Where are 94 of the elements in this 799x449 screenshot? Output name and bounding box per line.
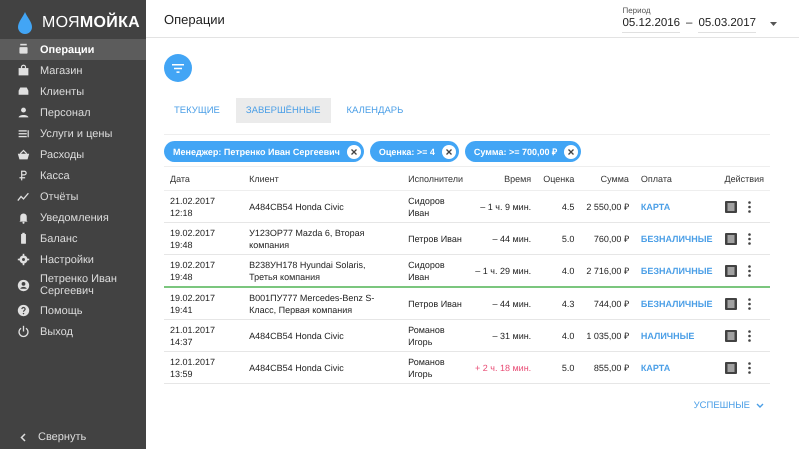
collapse-button[interactable]: Свернуть <box>0 431 146 449</box>
more-vert-icon[interactable] <box>748 330 751 342</box>
chevron-down-icon <box>756 403 764 408</box>
sidebar-item[interactable]: Уведомления <box>0 207 146 228</box>
page-title: Операции <box>164 12 225 27</box>
table-cell: 12.01.2017 13:59 <box>170 356 216 378</box>
sidebar-item[interactable]: Настройки <box>0 249 146 270</box>
table-cell: 2 716,00 ₽ <box>586 266 629 276</box>
table-cell: 855,00 ₽ <box>594 362 629 372</box>
more-vert-icon[interactable] <box>748 200 751 212</box>
table-cell: Сидоров Иван <box>408 196 445 218</box>
sidebar-item[interactable]: Отчёты <box>0 186 146 207</box>
table-cell: Сидоров Иван <box>408 260 445 282</box>
table-cell: Романов Игорь <box>408 356 445 378</box>
bell-icon <box>17 211 30 224</box>
sidebar-item[interactable]: Расходы <box>0 144 146 165</box>
table-cell: Петров Иван <box>408 298 462 308</box>
column-header: Оценка <box>543 174 574 184</box>
person-icon <box>17 106 30 119</box>
period-label: Период <box>622 6 652 15</box>
column-header: Сумма <box>600 174 629 184</box>
table-cell: В001ПУ777 Mercedes-Benz S-Класс, Первая компания <box>249 292 374 314</box>
table-cell: 5.0 <box>562 362 574 372</box>
power-icon <box>17 325 30 338</box>
table-cell: 1 035,00 ₽ <box>586 330 629 340</box>
filter-button[interactable] <box>164 54 192 82</box>
help-icon <box>17 304 30 317</box>
sidebar-item[interactable]: Выход <box>0 321 146 342</box>
document-icon[interactable] <box>724 298 737 310</box>
table-cell: 5.0 <box>562 234 574 244</box>
document-icon[interactable] <box>724 200 737 212</box>
table-cell: 4.0 <box>562 330 574 340</box>
close-icon[interactable] <box>564 144 578 158</box>
close-icon[interactable] <box>442 144 456 158</box>
table-cell: 744,00 ₽ <box>594 298 629 308</box>
table-cell: В238УН178 Hyundai Solaris, Третья компания <box>249 260 366 282</box>
more-vert-icon[interactable] <box>748 362 751 374</box>
table-cell: 760,00 ₽ <box>594 234 629 244</box>
column-header: Исполнители <box>408 174 464 184</box>
table-cell: – 44 мин. <box>492 298 532 308</box>
dropdown-caret-icon[interactable] <box>770 22 777 26</box>
table-cell: Романов Игорь <box>408 324 445 346</box>
table-cell: 21.01.2017 14:37 <box>170 324 216 346</box>
chart-line-icon <box>17 190 30 203</box>
document-icon[interactable] <box>724 264 737 276</box>
table-cell: А484СВ54 Honda Civic <box>249 202 344 212</box>
table-cell: 4.3 <box>562 298 574 308</box>
document-icon[interactable] <box>724 362 737 374</box>
table-cell: 19.02.2017 19:41 <box>170 292 216 314</box>
table-cell: – 1 ч. 9 мин. <box>480 202 532 212</box>
sidebar-item[interactable]: Петренко Иван Сергеевич <box>0 270 146 300</box>
table-cell: У123ОР77 Mazda 6, Вторая компания <box>249 228 365 250</box>
sidebar-item[interactable]: Персонал <box>0 102 146 123</box>
drop-logo-icon <box>18 12 32 34</box>
document-icon[interactable] <box>724 232 737 244</box>
filter-icon <box>172 64 184 72</box>
sidebar-item[interactable]: Касса <box>0 165 146 186</box>
more-vert-icon[interactable] <box>748 298 751 310</box>
column-header: Действия <box>724 174 764 184</box>
sidebar-item[interactable]: Баланс <box>0 228 146 249</box>
table-cell: + 2 ч. 18 мин. <box>475 362 532 372</box>
account-icon <box>17 278 30 292</box>
date-separator: – <box>686 17 692 31</box>
table-cell: А484СВ54 Honda Civic <box>249 330 344 340</box>
sidebar-item[interactable]: Операции <box>0 39 146 60</box>
bag-icon <box>17 64 30 77</box>
column-header: Дата <box>170 174 190 184</box>
table-cell: 21.02.2017 12:18 <box>170 196 216 218</box>
sidebar-item[interactable]: Услуги и цены <box>0 123 146 144</box>
column-header: Клиент <box>249 174 279 184</box>
sidebar-item[interactable]: Магазин <box>0 60 146 81</box>
table-cell: А484СВ54 Honda Civic <box>249 362 344 372</box>
sidebar-item[interactable]: Клиенты <box>0 81 146 102</box>
chevron-left-icon <box>20 432 26 442</box>
date-from-field[interactable]: 05.12.2016 <box>622 17 680 33</box>
more-vert-icon[interactable] <box>748 264 751 276</box>
table-cell: 2 550,00 ₽ <box>586 202 629 212</box>
table-cell: 19.02.2017 19:48 <box>170 260 216 282</box>
column-header: Время <box>504 174 532 184</box>
table-cell: 19.02.2017 19:48 <box>170 228 216 250</box>
table-cell: 4.5 <box>562 202 574 212</box>
table-cell: – 31 мин. <box>492 330 532 340</box>
table-cell: – 44 мин. <box>492 234 532 244</box>
close-icon[interactable] <box>346 144 361 158</box>
date-to-field[interactable]: 05.03.2017 <box>698 17 756 33</box>
sidebar-item[interactable]: Помощь <box>0 300 146 321</box>
app-logo: МОЯМОЙКА <box>42 14 140 32</box>
basket-icon <box>17 148 30 161</box>
table-cell: 4.0 <box>562 266 574 276</box>
table-cell: – 1 ч. 29 мин. <box>475 266 532 276</box>
more-vert-icon[interactable] <box>748 232 751 244</box>
table-cell: Петров Иван <box>408 234 462 244</box>
document-icon[interactable] <box>724 330 737 342</box>
column-header: Оплата <box>640 174 672 184</box>
